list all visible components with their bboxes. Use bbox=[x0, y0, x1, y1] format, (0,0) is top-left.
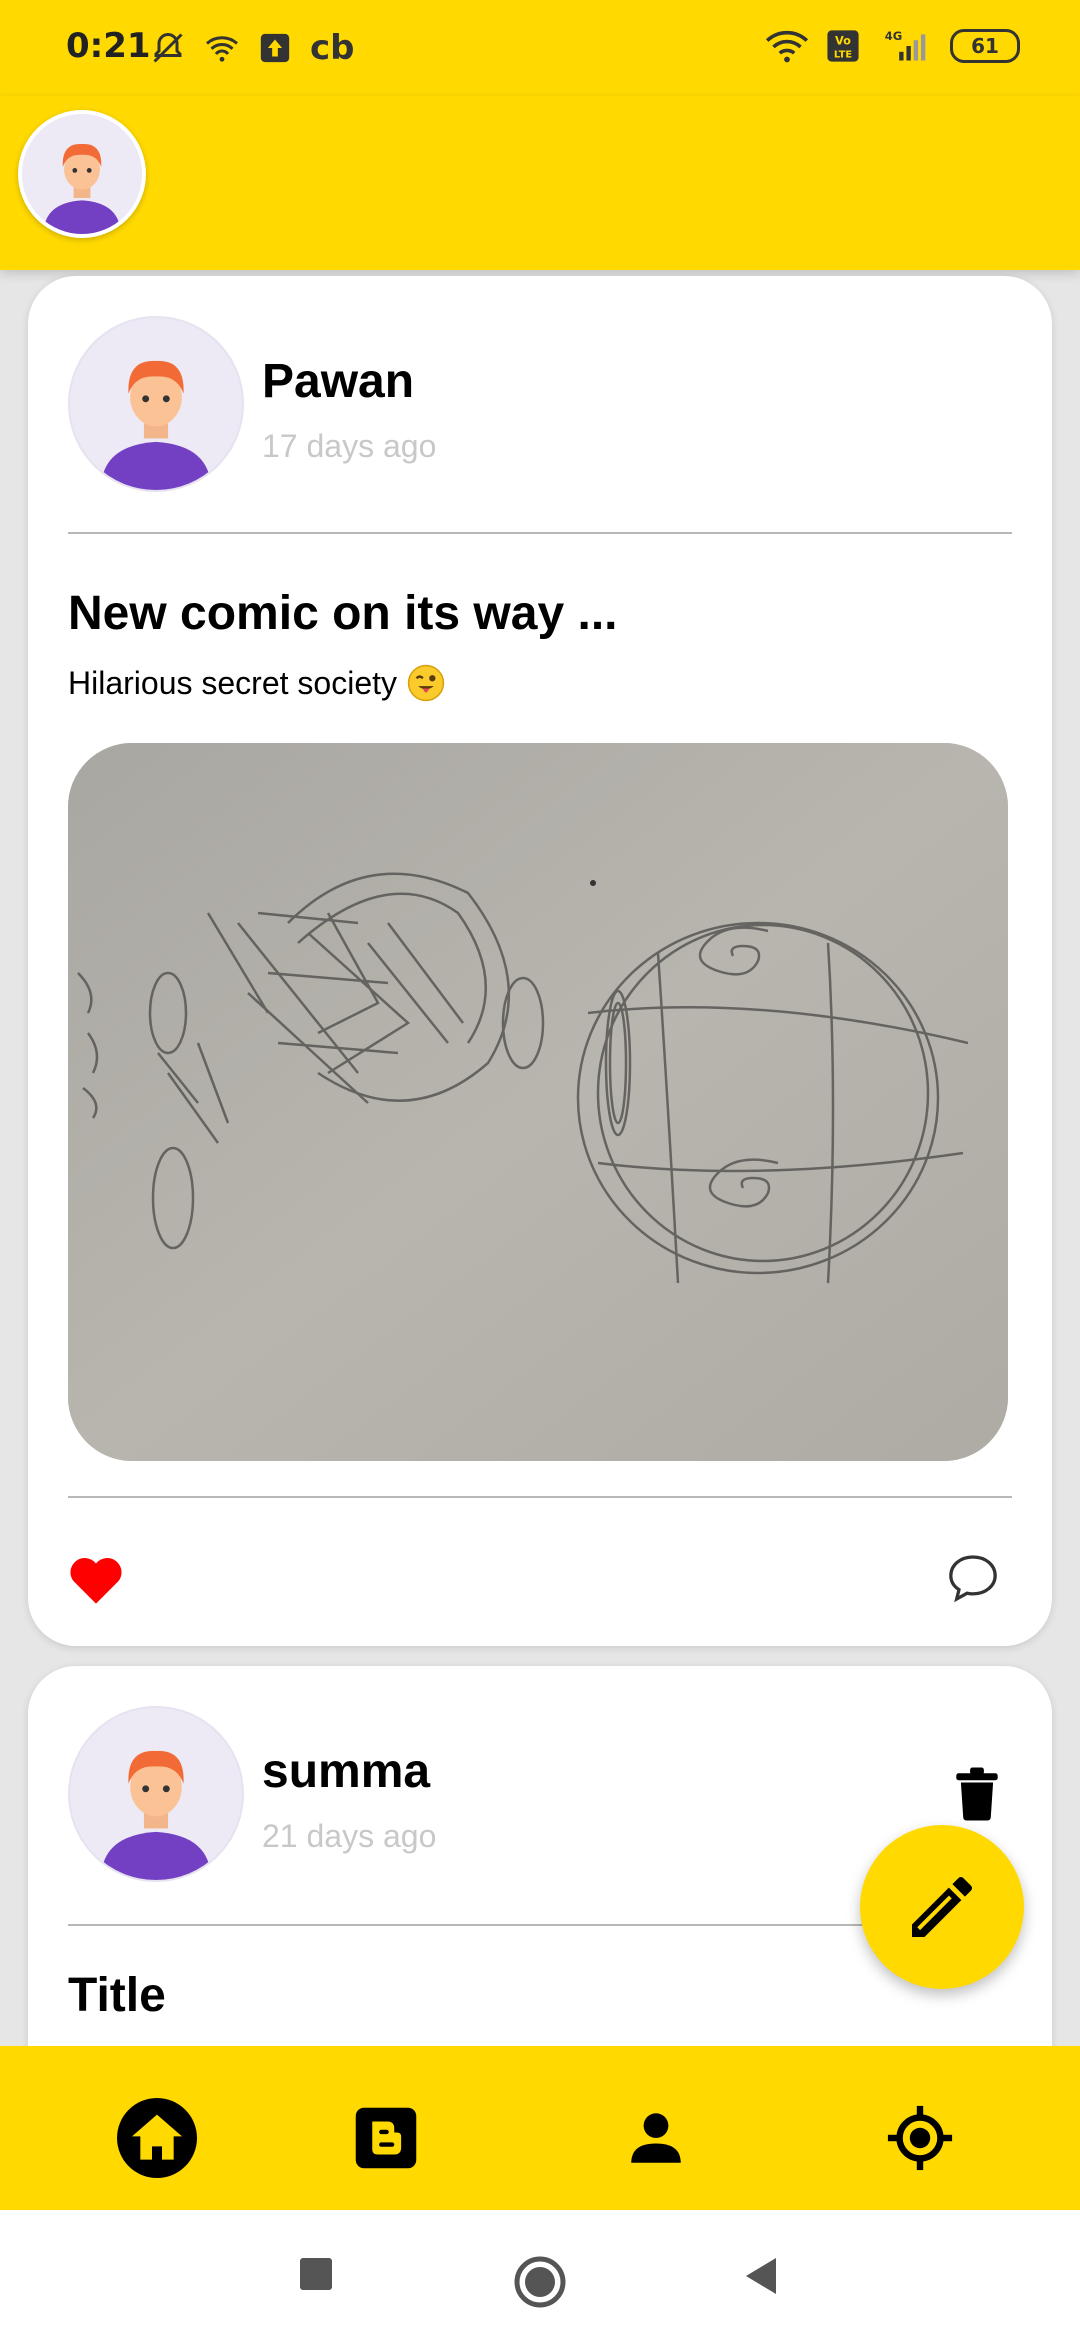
nav-blog[interactable] bbox=[346, 2098, 426, 2178]
post-title: Title bbox=[68, 1969, 166, 2022]
mute-icon bbox=[153, 32, 183, 63]
svg-text:Vo: Vo bbox=[835, 34, 851, 48]
square-icon bbox=[300, 2258, 332, 2290]
upload-icon bbox=[260, 33, 290, 63]
post-time: 17 days ago bbox=[262, 428, 437, 464]
recents-button[interactable] bbox=[296, 2254, 336, 2294]
trash-icon[interactable] bbox=[954, 1766, 1000, 1822]
status-time: 0:21 bbox=[66, 26, 151, 66]
divider bbox=[68, 532, 1012, 534]
tongue-wink-emoji-icon bbox=[407, 664, 445, 702]
location-icon bbox=[887, 2105, 953, 2171]
heart-icon[interactable] bbox=[66, 1554, 126, 1606]
bottom-navigation bbox=[0, 2046, 1080, 2210]
system-navigation-bar bbox=[0, 2210, 1080, 2340]
post-body-text: Hilarious secret society bbox=[68, 664, 397, 701]
sketch-image bbox=[68, 743, 1008, 1461]
compose-button[interactable] bbox=[860, 1825, 1024, 1989]
status-carrier-label: cb bbox=[310, 28, 355, 68]
nav-profile[interactable] bbox=[616, 2098, 696, 2178]
feed[interactable]: Pawan 17 days ago New comic on its way .… bbox=[0, 270, 1080, 2046]
home-system-button[interactable] bbox=[512, 2254, 568, 2310]
user-avatar-icon bbox=[22, 114, 142, 234]
nav-home[interactable] bbox=[117, 2098, 197, 2178]
signal-icon: 4G bbox=[885, 29, 926, 61]
author-avatar[interactable] bbox=[68, 316, 244, 492]
post-card[interactable]: Pawan 17 days ago New comic on its way .… bbox=[28, 276, 1052, 1646]
back-button[interactable] bbox=[740, 2254, 780, 2298]
wifi-small-icon bbox=[206, 36, 238, 62]
author-avatar[interactable] bbox=[68, 1706, 244, 1882]
author-name[interactable]: summa bbox=[262, 1744, 430, 1799]
pencil-icon bbox=[912, 1876, 973, 1937]
status-left-icons: cb bbox=[150, 28, 355, 68]
app-bar bbox=[0, 96, 1080, 270]
nav-location[interactable] bbox=[880, 2098, 960, 2178]
volte-icon: Vo LTE bbox=[827, 30, 859, 62]
person-icon bbox=[631, 2113, 681, 2163]
battery-indicator: 61 bbox=[950, 29, 1020, 63]
status-right-icons: Vo LTE 4G 61 bbox=[764, 28, 1020, 64]
post-body: Hilarious secret society bbox=[68, 664, 445, 702]
post-image[interactable] bbox=[68, 743, 1008, 1461]
post-time: 21 days ago bbox=[262, 1818, 437, 1854]
divider bbox=[68, 1496, 1012, 1498]
status-bar: 0:21 cb Vo LTE 4G 61 bbox=[0, 0, 1080, 96]
wifi-icon bbox=[765, 30, 809, 63]
user-avatar-icon bbox=[70, 318, 242, 490]
profile-avatar[interactable] bbox=[18, 110, 146, 238]
home-icon bbox=[117, 2098, 197, 2178]
post-title: New comic on its way ... bbox=[68, 587, 618, 640]
svg-text:LTE: LTE bbox=[834, 49, 852, 60]
blogger-icon bbox=[355, 2107, 417, 2169]
author-name[interactable]: Pawan bbox=[262, 354, 414, 409]
circle-icon bbox=[514, 2256, 566, 2308]
user-avatar-icon bbox=[70, 1708, 242, 1880]
svg-text:4G: 4G bbox=[885, 29, 903, 43]
comment-icon[interactable] bbox=[944, 1550, 1002, 1606]
back-triangle-icon bbox=[746, 2258, 776, 2294]
